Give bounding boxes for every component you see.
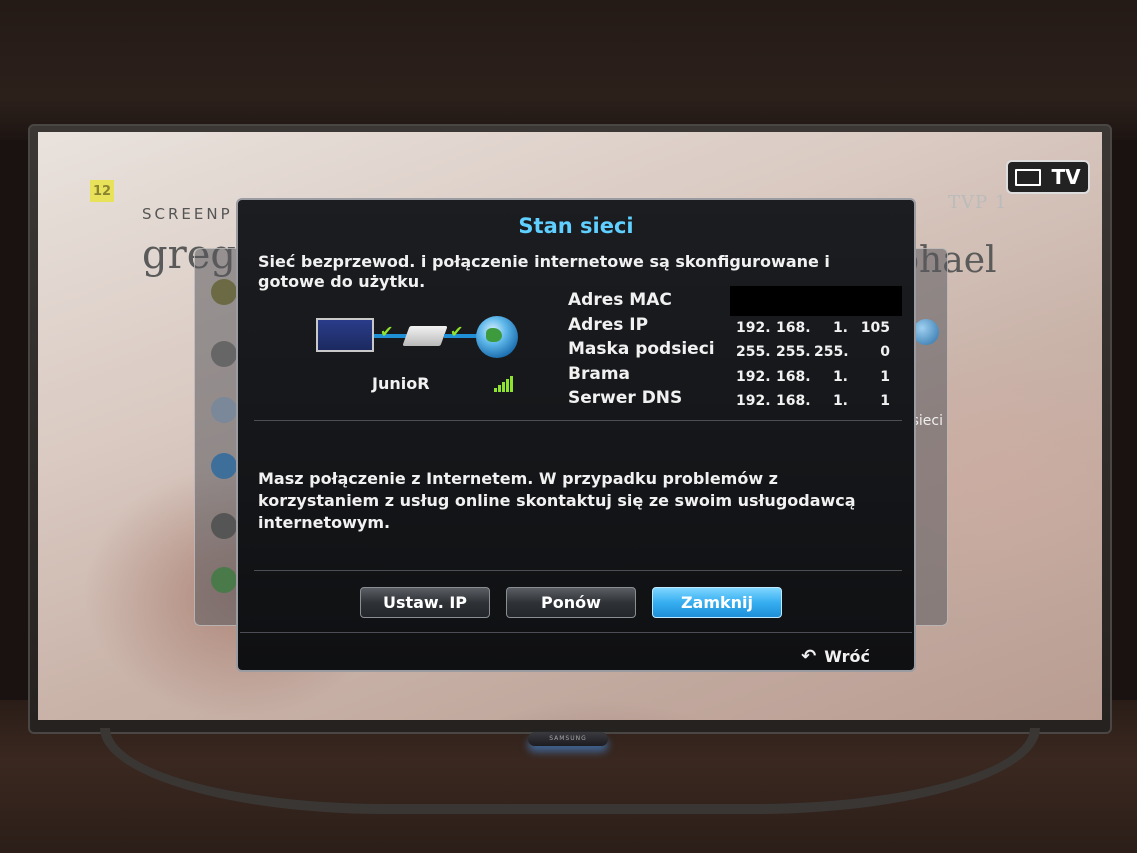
dns-label: Serwer DNS [568,388,683,408]
background-menu-label: sieci [911,413,943,429]
samsung-logo: SAMSUNG [528,732,608,746]
gateway-label: Brama [568,363,630,384]
gear-icon [211,513,237,539]
support-icon [211,567,237,593]
tv-icon [316,318,374,352]
network-info-labels: Adres MAC Adres IP Maska podsieci Brama … [568,288,715,411]
return-arrow-icon: ↶ [801,646,817,667]
dialog-title: Stan sieci [518,214,634,238]
back-link[interactable]: ↶ Wróć [801,646,870,667]
close-button[interactable]: Zamknij [652,587,782,618]
check-icon: ✔ [380,322,394,341]
divider [254,420,902,421]
room-wall [0,0,1137,140]
ip-address-value: 192. 168. 1. 105 [736,319,890,336]
tv-source-button[interactable]: TV [1006,160,1090,194]
network-ssid: JunioR [372,374,430,393]
internet-globe-icon [476,316,518,358]
mac-label: Adres MAC [568,290,672,310]
tv-source-icon [1015,168,1042,186]
divider [240,632,912,633]
background-channel-title: SCREENP [142,205,233,223]
connection-diagram: ✔ ✔ [316,316,526,358]
network-icon [211,453,237,479]
channel-logo: TVP 1 [948,192,1008,213]
dns-value: 192. 168. 1. 1 [736,393,890,409]
globe-icon [913,319,939,345]
subnet-mask-label: Maska podsieci [568,339,715,359]
network-status-dialog: Stan sieci Sieć bezprzewod. i połączenie… [236,198,916,672]
ip-label: Adres IP [568,314,649,335]
subnet-mask-value: 255. 255. 255. 0 [736,344,890,360]
router-icon [402,326,448,346]
gateway-value: 192. 168. 1. 1 [736,368,890,385]
broadcast-icon [211,397,237,423]
signal-strength-icon [494,376,514,392]
tv-source-label: TV [1051,165,1081,189]
internet-connection-message: Masz połączenie z Internetem. W przypadk… [258,469,856,532]
picture-icon [211,279,237,305]
set-ip-button[interactable]: Ustaw. IP [360,587,490,618]
check-icon: ✔ [450,322,464,341]
back-label: Wróć [824,647,870,666]
divider [254,570,902,571]
sound-icon [211,341,237,367]
age-rating-badge: 12 [90,180,114,202]
retry-button[interactable]: Ponów [506,587,636,618]
mac-address-redacted [730,286,902,316]
